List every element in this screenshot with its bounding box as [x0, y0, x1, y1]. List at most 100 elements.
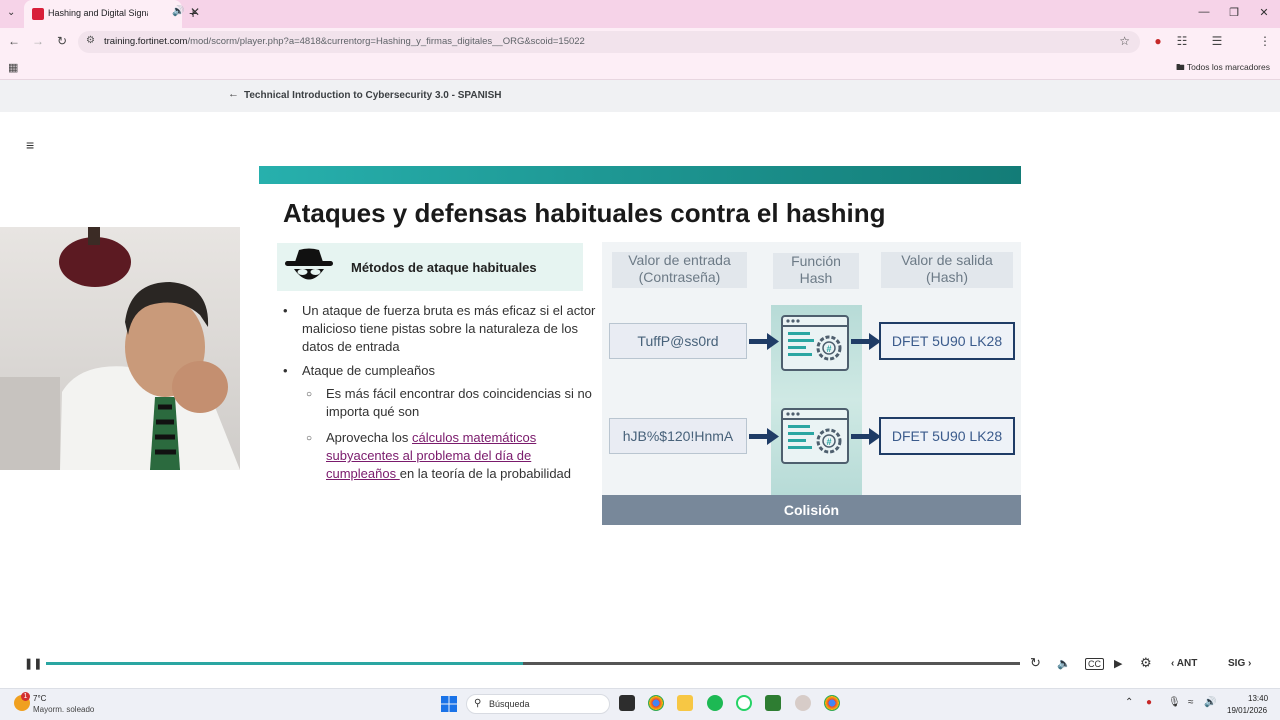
address-bar[interactable]: ⚙ training.fortinet.com/mod/scorm/player…: [78, 31, 1140, 53]
search-label: Búsqueda: [489, 699, 530, 709]
sub-bullet-marker: ○: [306, 433, 313, 444]
settings-gear-icon[interactable]: ⚙: [1140, 655, 1152, 671]
windows-taskbar: [0, 688, 1280, 720]
search-icon: ⚲: [474, 698, 482, 709]
weather-desc[interactable]: Mayorm. soleado: [33, 705, 94, 714]
close-window-icon[interactable]: ✕: [1256, 6, 1272, 19]
bullet-birthday: Ataque de cumpleaños: [302, 363, 435, 378]
svg-text:#: #: [826, 437, 831, 447]
reload-icon[interactable]: ↻: [54, 34, 70, 48]
clock-time[interactable]: 13:40: [1248, 694, 1268, 703]
clock-date[interactable]: 19/01/2026: [1227, 706, 1267, 715]
progress-fill: [46, 662, 524, 665]
next-label: SIG: [1228, 658, 1246, 669]
tab-title: Hashing and Digital Signatu: [48, 8, 148, 18]
prev-button[interactable]: ‹ ANT: [1171, 658, 1197, 669]
slide-title: Ataques y defensas habituales contra el …: [283, 198, 886, 228]
bookmark-star-icon[interactable]: ☆: [1119, 34, 1130, 48]
folder-icon: 🖿: [1176, 62, 1187, 72]
bullet-marker: •: [283, 303, 288, 318]
weather-temp[interactable]: 7°C: [33, 694, 46, 703]
input-column-header: Valor de entrada (Contraseña): [612, 252, 747, 288]
replay-icon[interactable]: ↻: [1030, 655, 1041, 671]
windows-start-icon[interactable]: [441, 696, 457, 712]
url-text: training.fortinet.com/mod/scorm/player.p…: [104, 36, 585, 47]
vector-app-icon[interactable]: [765, 695, 781, 711]
chrome-profile-icon[interactable]: [824, 695, 840, 711]
tray-app-icon[interactable]: ●: [1146, 697, 1152, 708]
browser-toolbar: ← → ↻ ⚙ training.fortinet.com/mod/scorm/…: [0, 28, 1280, 77]
webcam-video: [0, 227, 240, 470]
sub2-post-text: en la teoría de la probabilidad: [399, 466, 572, 481]
taskbar-search[interactable]: ⚲ Búsqueda: [466, 694, 610, 714]
function-column-header: Función Hash: [773, 253, 859, 289]
playback-speed-icon[interactable]: ▶: [1114, 657, 1122, 670]
extension-icon[interactable]: ●: [1150, 34, 1166, 48]
chrome-icon[interactable]: [648, 695, 664, 711]
prev-label: ANT: [1176, 658, 1198, 669]
file-explorer-icon[interactable]: [677, 695, 693, 711]
hamburger-menu-icon[interactable]: ≡: [26, 137, 34, 153]
restore-icon[interactable]: ❐: [1226, 6, 1242, 19]
arrow-right-icon: [749, 428, 779, 445]
app-icon[interactable]: [795, 695, 811, 711]
progress-bar[interactable]: [46, 662, 1020, 665]
apps-grid-icon[interactable]: ▦: [8, 61, 18, 74]
menu-kebab-icon[interactable]: ⋮: [1257, 34, 1273, 48]
weather-badge: 1: [21, 692, 30, 701]
course-header: ← Technical Introduction to Cybersecurit…: [0, 80, 1280, 112]
all-bookmarks[interactable]: 🖿 Todos los marcadores: [1176, 62, 1270, 76]
tab-search-icon[interactable]: ⌄: [7, 7, 15, 18]
forward-icon[interactable]: →: [30, 34, 46, 48]
speaker-icon[interactable]: 🔊: [1204, 697, 1216, 708]
spotify-icon[interactable]: [707, 695, 723, 711]
browser-tab[interactable]: Hashing and Digital Signatu 🔊 ✕: [24, 0, 200, 28]
url-host: training.fortinet.com: [104, 36, 188, 47]
volume-icon[interactable]: 🔈: [1057, 657, 1071, 670]
sub-bullet-matches: Es más fácil encontrar dos coincidencias…: [326, 386, 592, 419]
site-info-icon[interactable]: ⚙: [86, 35, 95, 46]
arrow-right-icon: [749, 333, 779, 350]
hacker-icon: [285, 248, 333, 280]
input-value-box: TuffP@ss0rd: [609, 323, 747, 359]
all-bookmarks-label: Todos los marcadores: [1186, 62, 1270, 72]
fortinet-favicon-icon: [32, 8, 44, 20]
presenter-video-frame: [0, 227, 240, 470]
pause-icon[interactable]: ❚❚: [24, 657, 42, 670]
output-hash-box: DFET 5U90 LK28: [879, 322, 1015, 360]
bullet-brute-force: Un ataque de fuerza bruta es más eficaz …: [302, 303, 596, 354]
output-hash-box: DFET 5U90 LK28: [879, 417, 1015, 455]
slide-accent-bar: [259, 166, 1021, 184]
extensions-puzzle-icon[interactable]: ☷: [1174, 34, 1190, 48]
collision-banner: Colisión: [602, 495, 1021, 525]
chevron-right-icon: ›: [1245, 658, 1252, 669]
output-column-header: Valor de salida (Hash): [881, 252, 1013, 288]
show-hidden-icons-icon[interactable]: ⌃: [1125, 697, 1133, 708]
next-button[interactable]: SIG ›: [1228, 658, 1251, 669]
minimize-icon[interactable]: —: [1196, 6, 1212, 18]
bookmarks-bar: ▦ 🖿 Todos los marcadores: [0, 56, 1280, 80]
bullet-marker: •: [283, 363, 288, 378]
microphone-icon[interactable]: 🎙: [1168, 697, 1181, 708]
arrow-right-icon: [851, 333, 881, 350]
new-tab-icon[interactable]: +: [189, 5, 197, 21]
url-path: /mod/scorm/player.php?a=4818&currentorg=…: [187, 36, 585, 47]
input-value-box: hJB%$120!HnmA: [609, 418, 747, 454]
back-arrow-icon[interactable]: ←: [228, 88, 239, 100]
svg-text:#: #: [826, 344, 831, 354]
audio-playing-icon[interactable]: 🔊: [172, 6, 184, 17]
whatsapp-icon[interactable]: [736, 695, 752, 711]
sub2-pre-text: Aprovecha los: [326, 430, 412, 445]
captions-icon[interactable]: CC: [1085, 658, 1104, 670]
hash-function-icon: #: [781, 408, 849, 464]
back-icon[interactable]: ←: [6, 34, 22, 48]
tab-strip: ⌄ Hashing and Digital Signatu 🔊 ✕ + — ❐ …: [0, 0, 1280, 28]
media-control-icon[interactable]: ☰: [1209, 34, 1225, 48]
sub-bullet-math: Aprovecha los cálculos matemáticos subya…: [326, 429, 596, 483]
course-title[interactable]: Technical Introduction to Cybersecurity …: [244, 90, 501, 101]
wifi-icon[interactable]: ≈: [1188, 697, 1194, 708]
arrow-right-icon: [851, 428, 881, 445]
methods-header: Métodos de ataque habituales: [277, 243, 583, 291]
task-view-icon[interactable]: [619, 695, 635, 711]
methods-label: Métodos de ataque habituales: [351, 260, 537, 275]
